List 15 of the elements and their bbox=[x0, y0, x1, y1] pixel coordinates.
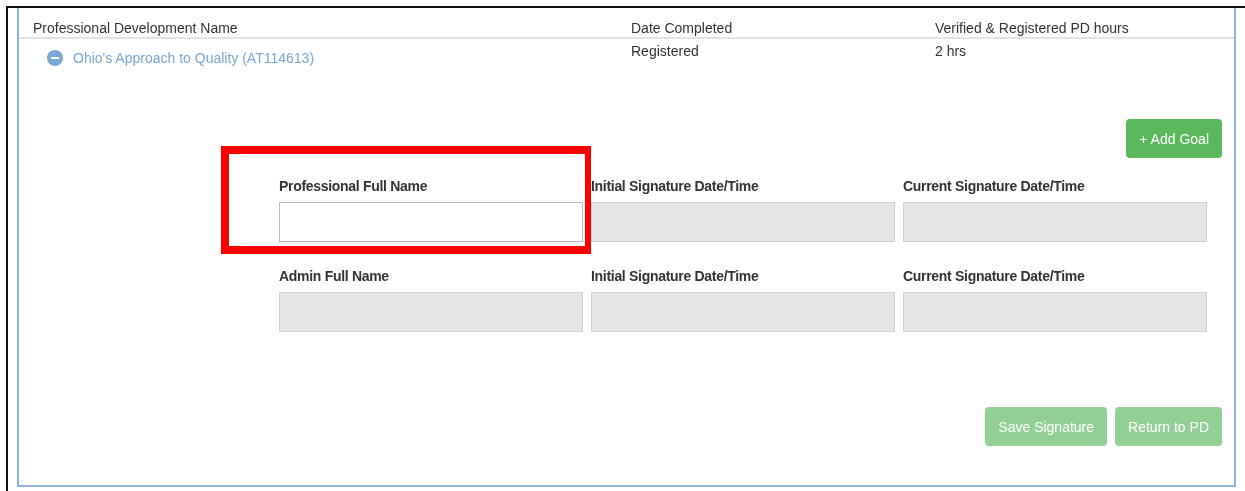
table-cell-text: 2 hrs bbox=[935, 43, 968, 61]
field-label: Current Signature Date/Time bbox=[903, 178, 1086, 194]
column-header: Professional Development Name bbox=[32, 20, 239, 37]
add-goal-button[interactable]: + Add Goal bbox=[1126, 119, 1222, 158]
table-cell-text: Registered bbox=[631, 43, 700, 61]
column-header: Verified & Registered PD hours bbox=[935, 20, 1130, 37]
field-label: Initial Signature Date/Time bbox=[591, 178, 760, 194]
collapse-icon[interactable] bbox=[47, 50, 63, 66]
course-link[interactable]: Ohio's Approach to Quality (AT114613) bbox=[73, 50, 315, 66]
field-label: Admin Full Name bbox=[279, 268, 390, 284]
input-field[interactable] bbox=[279, 202, 583, 242]
field-label: Initial Signature Date/Time bbox=[591, 268, 760, 284]
field-label: Professional Full Name bbox=[279, 178, 429, 194]
column-header: Date Completed bbox=[631, 20, 734, 37]
field-label: Current Signature Date/Time bbox=[903, 268, 1086, 284]
